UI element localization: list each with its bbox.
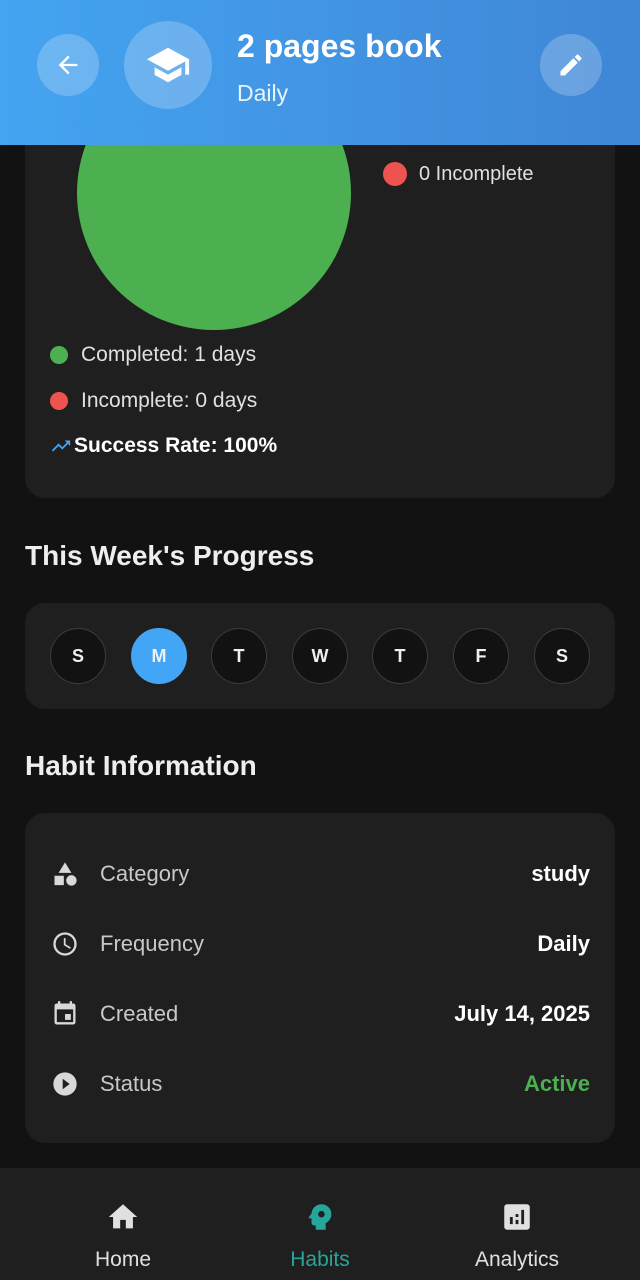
day-saturday[interactable]: S bbox=[534, 628, 590, 684]
pie-legend-incomplete: 0 Incomplete bbox=[383, 162, 534, 186]
created-label: Created bbox=[100, 1001, 179, 1026]
day-tuesday[interactable]: T bbox=[211, 628, 267, 684]
play-circle-icon bbox=[50, 1069, 80, 1099]
analytics-icon bbox=[500, 1200, 534, 1234]
habit-title: 2 pages book bbox=[237, 28, 442, 64]
status-value: Active bbox=[523, 1071, 590, 1096]
success-rate-stat: Success Rate: 100% bbox=[50, 434, 277, 458]
incomplete-legend-dot bbox=[383, 162, 407, 186]
info-row-frequency: Frequency Daily bbox=[50, 924, 590, 964]
app-header: 2 pages book Daily bbox=[0, 0, 640, 145]
completion-summary-card: 0 Incomplete Completed: 1 days Incomplet… bbox=[25, 100, 615, 498]
bottom-navigation: Home Habits Analytics bbox=[0, 1168, 640, 1280]
status-label: Status bbox=[100, 1071, 163, 1096]
nav-habits[interactable]: Habits bbox=[220, 1168, 420, 1280]
frequency-value: Daily bbox=[537, 931, 590, 956]
back-button[interactable] bbox=[37, 34, 99, 96]
success-rate-text: Success Rate: 100% bbox=[74, 434, 278, 457]
info-row-category: Category study bbox=[50, 854, 590, 894]
nav-analytics-label: Analytics bbox=[474, 1248, 560, 1271]
habit-frequency-subtitle: Daily bbox=[237, 80, 289, 106]
frequency-label: Frequency bbox=[100, 931, 204, 956]
nav-habits-label: Habits bbox=[290, 1248, 350, 1271]
arrow-left-icon bbox=[58, 55, 78, 75]
habit-avatar bbox=[124, 21, 212, 109]
incomplete-text: Incomplete: 0 days bbox=[81, 389, 258, 412]
category-shapes-icon bbox=[50, 859, 80, 889]
nav-analytics[interactable]: Analytics bbox=[417, 1168, 617, 1280]
graduation-cap-icon bbox=[146, 47, 190, 83]
info-row-created: Created July 14, 2025 bbox=[50, 994, 590, 1034]
day-thursday[interactable]: T bbox=[372, 628, 428, 684]
edit-button[interactable] bbox=[540, 34, 602, 96]
nav-home[interactable]: Home bbox=[23, 1168, 223, 1280]
category-label: Category bbox=[100, 861, 190, 886]
home-icon bbox=[106, 1200, 140, 1234]
habit-info-title: Habit Information bbox=[25, 750, 257, 781]
created-value: July 14, 2025 bbox=[454, 1001, 590, 1026]
incomplete-dot bbox=[50, 392, 68, 410]
day-sunday[interactable]: S bbox=[50, 628, 106, 684]
incomplete-stat: Incomplete: 0 days bbox=[50, 389, 257, 413]
pencil-icon bbox=[560, 54, 582, 76]
calendar-icon bbox=[50, 999, 80, 1029]
trending-up-icon bbox=[51, 440, 71, 452]
head-gear-icon bbox=[303, 1200, 337, 1234]
day-wednesday[interactable]: W bbox=[292, 628, 348, 684]
day-monday[interactable]: M bbox=[131, 628, 187, 684]
week-progress-card: S M T W T F S bbox=[25, 603, 615, 709]
nav-home-label: Home bbox=[94, 1248, 152, 1271]
day-friday[interactable]: F bbox=[453, 628, 509, 684]
completed-dot bbox=[50, 346, 68, 364]
completed-stat: Completed: 1 days bbox=[50, 343, 256, 367]
info-row-status: Status Active bbox=[50, 1064, 590, 1104]
clock-icon bbox=[50, 929, 80, 959]
week-progress-title: This Week's Progress bbox=[25, 540, 315, 571]
category-value: study bbox=[531, 861, 590, 886]
legend-incomplete-label: 0 Incomplete bbox=[419, 162, 534, 185]
completed-text: Completed: 1 days bbox=[81, 343, 257, 366]
habit-info-card: Category study Frequency Daily Created J… bbox=[25, 813, 615, 1143]
